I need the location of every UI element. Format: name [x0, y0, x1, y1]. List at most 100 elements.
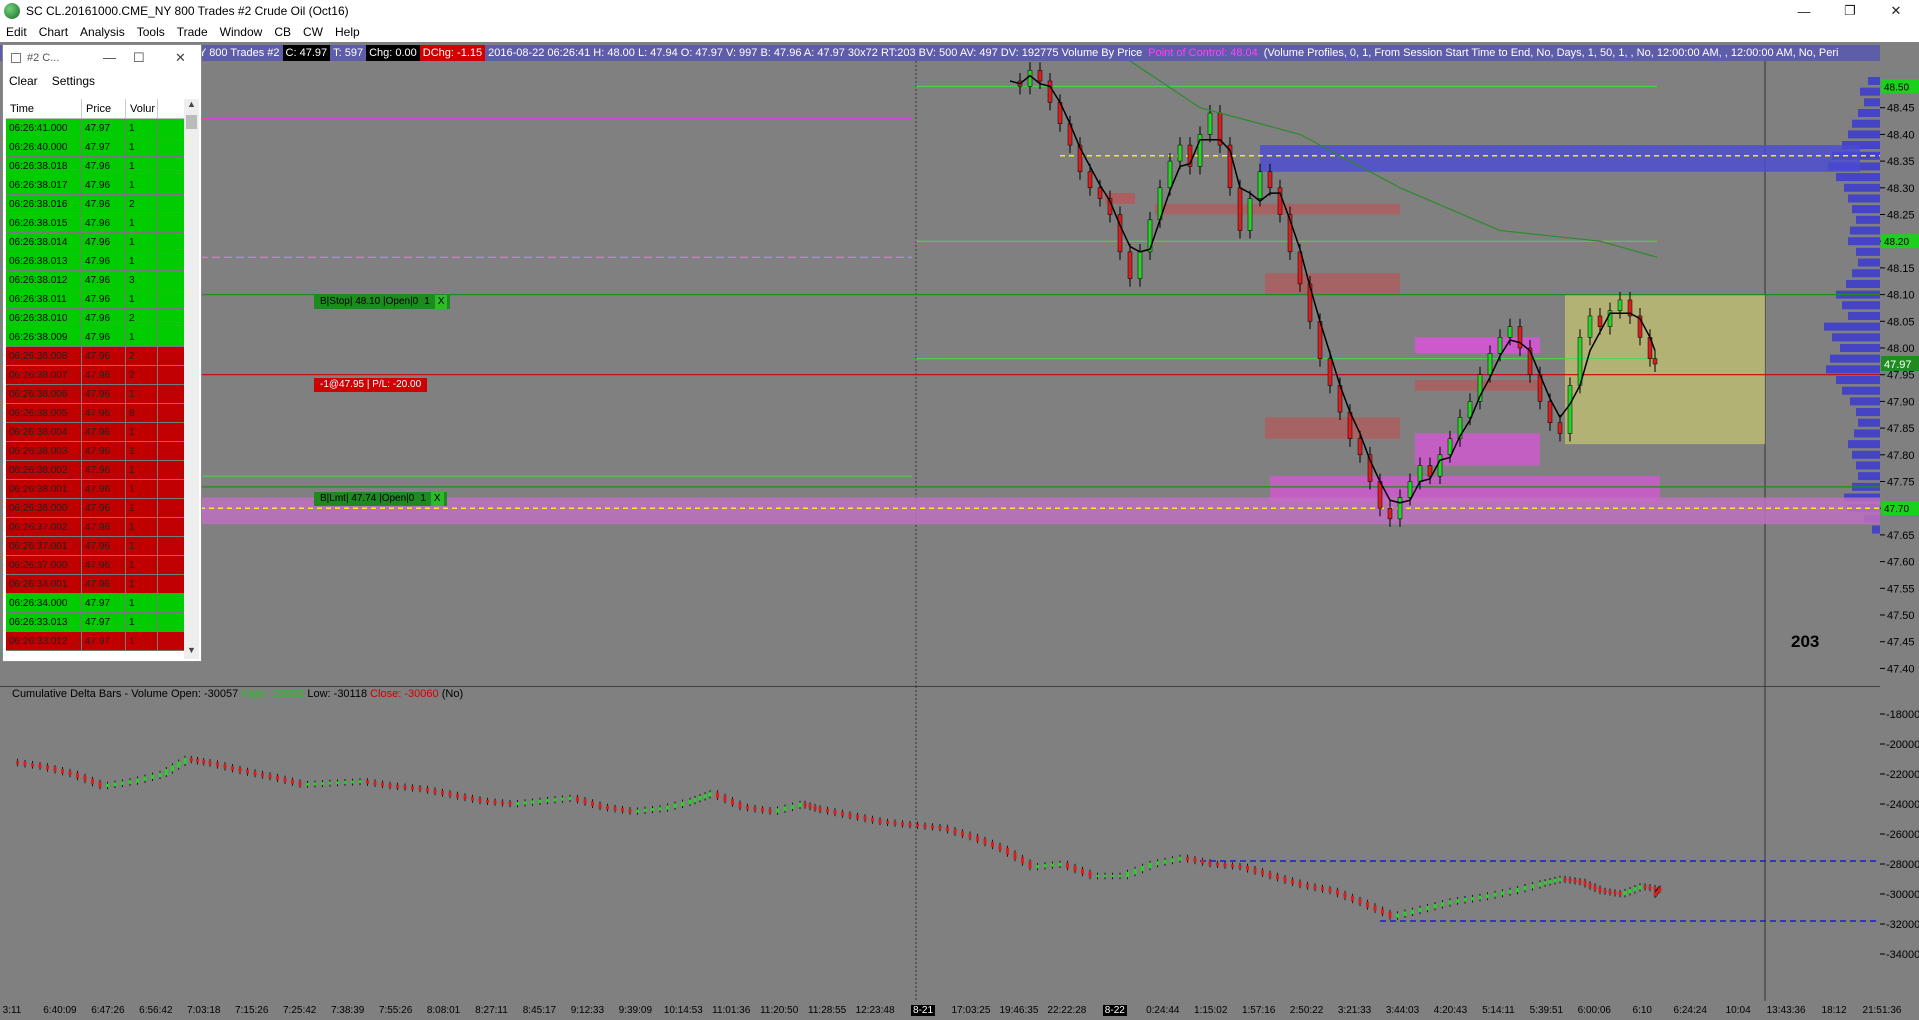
menu-trade[interactable]: Trade: [171, 25, 214, 39]
delta-bar: [1538, 882, 1542, 887]
candle-body: [1327, 358, 1333, 386]
delta-bar: [1418, 907, 1422, 913]
delta-bar: [561, 797, 564, 801]
delta-bar: [591, 801, 594, 806]
stop-order-cancel[interactable]: X: [434, 295, 448, 309]
menu-tools[interactable]: Tools: [131, 25, 171, 39]
delta-bar: [1246, 865, 1249, 871]
candle-body: [1127, 251, 1133, 279]
ts-minimize-icon[interactable]: —: [103, 50, 116, 65]
time-label: 2:50:22: [1289, 1005, 1324, 1016]
delta-bar: [83, 775, 87, 782]
menu-cb[interactable]: CB: [268, 25, 297, 39]
price-highlight-label: 48.20: [1884, 237, 1909, 248]
delta-axis-label: -18000: [1886, 709, 1919, 721]
menu-cw[interactable]: CW: [297, 25, 329, 39]
delta-bar: [1043, 864, 1047, 868]
menu-chart[interactable]: Chart: [33, 25, 74, 39]
volume-profile-bar: [1848, 130, 1880, 139]
ts-cell-price: 47.96: [82, 366, 126, 385]
delta-bar: [76, 772, 79, 779]
ts-cell-price: 47.96: [82, 328, 126, 347]
position-label[interactable]: -1@47.95 | P/L: -20.00: [314, 378, 428, 392]
price-label: 47.75: [1887, 477, 1915, 489]
candle-body: [1417, 465, 1423, 482]
candle-body: [1507, 326, 1513, 338]
stop-order-label[interactable]: B|Stop| 48.10 |Open|0 1 X: [314, 295, 451, 309]
cumulative-delta-chart[interactable]: -18000 -20000 -22000 -24000 -26000 -28000 -300…: [0, 686, 1919, 1001]
menu-edit[interactable]: Edit: [0, 25, 33, 39]
delta-bar: [1193, 858, 1197, 863]
delta-bar: [1553, 878, 1557, 883]
price-chart[interactable]: 48.45 48.40 48.35 48.30 48.25 48.20 48.15 48.10…: [0, 61, 1919, 686]
ts-scrollbar[interactable]: ▲ ▼: [184, 99, 199, 659]
ts-col-time[interactable]: Time: [6, 99, 82, 118]
ts-maximize-icon[interactable]: ☐: [133, 50, 145, 66]
ts-cell-time: 06:26:38.010: [6, 309, 82, 328]
delta-axis-label: -34000: [1886, 949, 1919, 961]
time-and-sales-window[interactable]: #2 C... — ☐ ✕ Clear Settings Time Price …: [2, 44, 202, 662]
delta-bar: [1088, 871, 1092, 878]
ts-cell-time: 06:26:38.005: [6, 404, 82, 423]
time-label: 1:57:16: [1241, 1005, 1276, 1016]
delta-bar: [418, 787, 422, 791]
delta-bar: [1208, 861, 1212, 866]
delta-bar: [68, 770, 72, 776]
volume-profile-bar: [1848, 237, 1880, 246]
ts-clear-button[interactable]: Clear: [9, 74, 38, 88]
delta-bar: [583, 799, 587, 804]
ts-cell-time: 06:26:38.009: [6, 328, 82, 347]
ts-row: 06:26:38.004 47.96 1: [6, 423, 188, 442]
scroll-thumb[interactable]: [186, 115, 197, 129]
delta-bar: [1261, 870, 1264, 875]
scroll-up-icon[interactable]: ▲: [184, 99, 199, 113]
delta-bar: [268, 774, 272, 779]
time-label: 19:46:35: [999, 1005, 1039, 1016]
limit-order-cancel[interactable]: X: [430, 492, 444, 506]
ts-title: #2 C...: [27, 52, 60, 64]
volume-profile-bar: [1830, 354, 1880, 363]
limit-order-qty[interactable]: 1: [417, 492, 429, 506]
delta-bar: [738, 802, 742, 809]
delta-bar: [1366, 901, 1369, 908]
maximize-button[interactable]: ❐: [1827, 0, 1873, 22]
limit-order-label[interactable]: B|Lmt| 47.74 |Open|0 1 X: [314, 492, 447, 506]
delta-bar: [1558, 877, 1562, 882]
delta-bar: [546, 799, 549, 803]
delta-bar: [826, 808, 829, 813]
delta-bar: [1578, 880, 1582, 884]
ts-cell-time: 06:26:38.007: [6, 366, 82, 385]
ts-cell-time: 06:26:37.001: [6, 537, 82, 556]
menu-analysis[interactable]: Analysis: [74, 25, 131, 39]
delta-suffix: (No): [441, 688, 464, 700]
close-button[interactable]: ✕: [1873, 0, 1919, 22]
ts-cell-extra: [158, 575, 186, 594]
delta-bar: [1426, 905, 1429, 911]
time-label: 0:24:44: [1146, 1005, 1180, 1016]
ts-cell-volume: 2: [126, 366, 158, 385]
volume-profile-bar: [1826, 365, 1880, 374]
app-logo-icon: [4, 3, 20, 19]
ts-col-price[interactable]: Price: [82, 99, 126, 118]
ts-close-icon[interactable]: ✕: [175, 50, 186, 66]
scroll-down-icon[interactable]: ▼: [184, 645, 199, 659]
minimize-button[interactable]: —: [1781, 0, 1827, 22]
delta-bar: [1006, 847, 1009, 855]
ts-col-volume[interactable]: Volur: [126, 99, 158, 118]
bar-countdown: 203: [1791, 632, 1820, 651]
ts-settings-button[interactable]: Settings: [52, 74, 95, 88]
time-label: 1:15:02: [1194, 1005, 1228, 1016]
menu-help[interactable]: Help: [329, 25, 366, 39]
ts-cell-time: 06:26:38.013: [6, 252, 82, 271]
delta-bar: [1583, 880, 1587, 886]
delta-bar: [183, 757, 187, 764]
stop-order-qty[interactable]: 1: [421, 295, 433, 309]
delta-bar: [1268, 872, 1272, 878]
volume-profile-bar: [1852, 450, 1880, 459]
volume-profile-bar: [1858, 258, 1880, 267]
menu-window[interactable]: Window: [214, 25, 269, 39]
delta-axis-label: -30000: [1886, 889, 1919, 901]
zone-box: [1265, 417, 1400, 439]
delta-bar: [908, 823, 912, 827]
delta-bar: [746, 805, 749, 810]
